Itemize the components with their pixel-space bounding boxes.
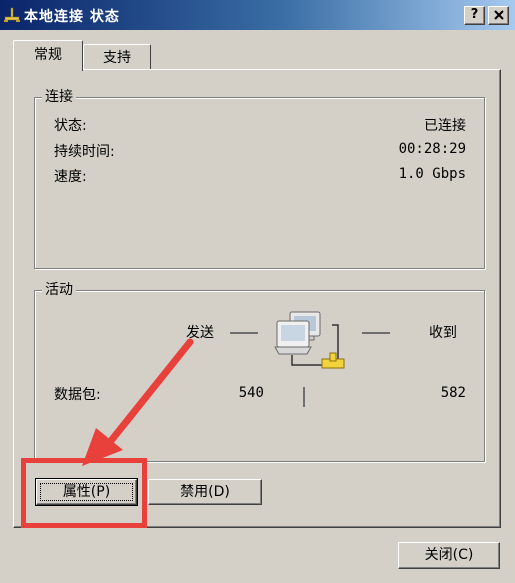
packets-received-value: 582 (440, 385, 466, 401)
network-computers-icon (274, 311, 345, 369)
duration-value: 00:28:29 (398, 141, 466, 157)
received-line (362, 332, 390, 334)
packets-label: 数据包: (54, 387, 101, 403)
disable-button[interactable]: 禁用(D) (148, 479, 262, 505)
received-label: 收到 (429, 325, 457, 341)
tab-support[interactable]: 支持 (83, 44, 151, 70)
status-dialog: 本地连接 状态 ? 常规 支持 连接 状态: 已连接 持续时间: 00:28:2… (0, 0, 515, 583)
status-value: 已连接 (424, 118, 466, 134)
status-label: 状态: (54, 118, 87, 134)
tab-panel-general: 连接 状态: 已连接 持续时间: 00:28:29 速度: 1.0 Gbps 活… (13, 69, 501, 528)
close-button[interactable]: 关闭(C) (398, 542, 500, 569)
speed-value: 1.0 Gbps (398, 166, 466, 182)
window-title: 本地连接 状态 (24, 9, 120, 25)
activity-group-title: 活动 (42, 281, 76, 299)
tab-general[interactable]: 常规 (13, 40, 83, 71)
network-connection-icon (4, 7, 20, 22)
title-bar[interactable]: 本地连接 状态 ? (0, 0, 515, 30)
properties-button[interactable]: 属性(P) (35, 478, 138, 506)
sent-line (230, 332, 258, 334)
speed-label: 速度: (54, 169, 87, 185)
connection-group-title: 连接 (42, 88, 76, 106)
packets-sent-value: 540 (238, 385, 264, 401)
close-icon[interactable] (488, 6, 509, 25)
sent-label: 发送 (186, 325, 214, 341)
focus-rect (40, 483, 133, 501)
activity-group: 活动 发送 收到 数据包: 540 582 (34, 281, 485, 462)
duration-label: 持续时间: (54, 144, 115, 160)
close-x-glyph (493, 10, 504, 20)
packets-divider (303, 387, 305, 407)
connection-group: 连接 状态: 已连接 持续时间: 00:28:29 速度: 1.0 Gbps (34, 88, 485, 269)
help-button[interactable]: ? (464, 6, 485, 25)
